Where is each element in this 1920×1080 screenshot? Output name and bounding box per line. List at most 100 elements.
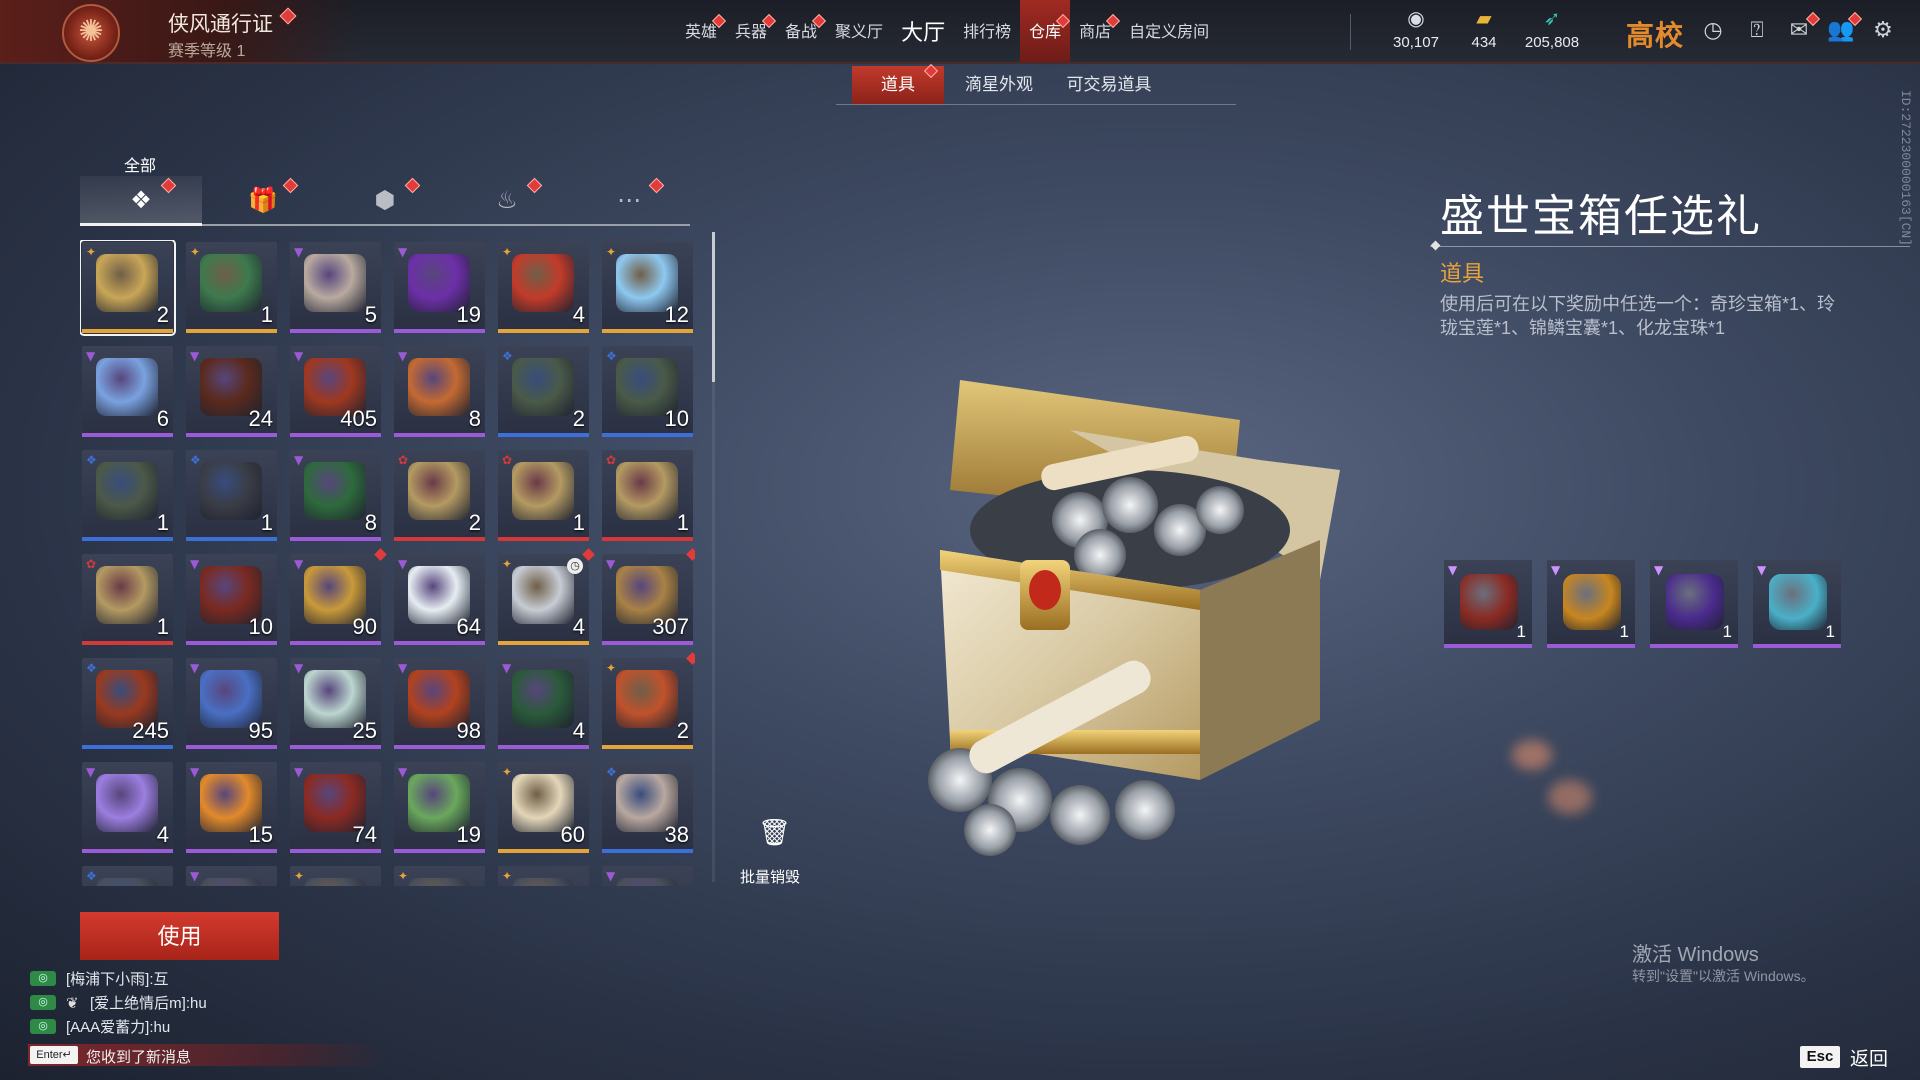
inventory-slot[interactable]: ▼ 25 xyxy=(290,658,381,749)
inventory-slot[interactable]: ✦ 60 xyxy=(498,762,589,853)
inventory-slot[interactable]: ▼ 74 xyxy=(290,762,381,853)
inventory-slot[interactable]: ✦ xyxy=(290,866,381,886)
rarity-icon: ▼ xyxy=(294,349,304,363)
chat-message[interactable]: ◎ [AAA爱蓄力]:hu xyxy=(30,1016,170,1037)
subtab-2[interactable]: 可交易道具 xyxy=(1054,66,1164,104)
enter-key-hint[interactable]: Enter↵ xyxy=(30,1046,78,1064)
reward-quantity: 1 xyxy=(1516,622,1526,641)
item-icon xyxy=(200,462,262,520)
subtab-1[interactable]: 滴星外观 xyxy=(944,66,1054,104)
nav-item-5[interactable]: 排行榜 xyxy=(954,0,1020,62)
back-button[interactable]: 返回 xyxy=(1850,1044,1888,1071)
inventory-slot[interactable]: ▼ xyxy=(602,866,693,886)
inventory-slot[interactable]: ✦ 4 xyxy=(498,242,589,333)
category-tab-0[interactable]: ❖ xyxy=(80,176,202,224)
inventory-slot[interactable]: ▼ 19 xyxy=(394,242,485,333)
nav-item-1[interactable]: 兵器 xyxy=(726,0,777,62)
reward-option[interactable]: ▼ 1 xyxy=(1547,560,1635,648)
reward-option[interactable]: ▼ 1 xyxy=(1650,560,1738,648)
mail-icon[interactable]: ✉ xyxy=(1784,11,1821,46)
reward-option[interactable]: ▼ 1 xyxy=(1444,560,1532,648)
layers-icon: ❖ xyxy=(130,186,152,214)
inventory-slot[interactable]: ❖ 2 xyxy=(498,346,589,437)
inventory-slot[interactable]: ▼ 98 xyxy=(394,658,485,749)
help-icon[interactable]: ⍰ xyxy=(1742,16,1772,46)
inventory-slot[interactable]: ▼ 8 xyxy=(394,346,485,437)
inventory-slot[interactable]: ❖ xyxy=(82,866,173,886)
inventory-slot[interactable]: ✦ 2 xyxy=(80,240,176,336)
inventory-slot[interactable]: ▼ 95 xyxy=(186,658,277,749)
inventory-slot[interactable]: ✿ 2 xyxy=(394,450,485,541)
settings-icon[interactable]: ⚙ xyxy=(1868,16,1898,46)
category-tab-3[interactable]: ♨ xyxy=(446,176,568,224)
inventory-slot[interactable]: ▼ 405 xyxy=(290,346,381,437)
use-button[interactable]: 使用 xyxy=(80,912,279,960)
rarity-icon: ▼ xyxy=(1551,563,1561,577)
batch-destroy-button[interactable]: 批量销毁 xyxy=(740,866,800,887)
inventory-slot[interactable]: ✦ xyxy=(498,866,589,886)
inventory-slot[interactable]: ▼ 8 xyxy=(290,450,381,541)
inventory-slot[interactable]: ▼ 10 xyxy=(186,554,277,645)
rarity-bar xyxy=(82,329,173,333)
inventory-slot[interactable]: ❖ 38 xyxy=(602,762,693,853)
inventory-slot[interactable]: ▼ 90 xyxy=(290,548,387,645)
pass-title[interactable]: 侠风通行证 xyxy=(168,8,273,38)
nav-item-6[interactable]: 仓库 xyxy=(1020,0,1071,62)
rarity-bar xyxy=(82,745,173,749)
chat-notice-bar[interactable] xyxy=(28,1044,388,1066)
inventory-slot[interactable]: ❖ 245 xyxy=(82,658,173,749)
nav-item-2[interactable]: 备战 xyxy=(776,0,827,62)
inventory-slot[interactable]: ▼ 24 xyxy=(186,346,277,437)
inventory-slot[interactable]: ✦ 1 xyxy=(186,242,277,333)
category-tab-2[interactable]: ⬢ xyxy=(324,176,446,224)
inventory-slot[interactable]: ❖ 10 xyxy=(602,346,693,437)
inventory-slot[interactable]: ▼ 64 xyxy=(394,554,485,645)
item-preview-chest xyxy=(928,380,1340,856)
trash-icon[interactable]: 🗑 xyxy=(758,818,791,848)
inventory-slot[interactable]: ▼ 307 xyxy=(602,548,695,645)
inventory-slot[interactable]: ✦ xyxy=(394,866,485,886)
inventory-slot[interactable]: ✿ 1 xyxy=(498,450,589,541)
nav-item-0[interactable]: 英雄 xyxy=(676,0,727,62)
inventory-slot[interactable]: ✦ 4 ◷ xyxy=(498,548,595,645)
inventory-slot[interactable]: ❖ 1 xyxy=(82,450,173,541)
inventory-slot[interactable]: ✦ 12 xyxy=(602,242,693,333)
inventory-slot[interactable]: ▼ 15 xyxy=(186,762,277,853)
item-quantity: 98 xyxy=(456,718,481,743)
inventory-slot[interactable]: ✿ 1 xyxy=(602,450,693,541)
inventory-slot[interactable]: ▼ xyxy=(186,866,277,886)
nav-item-7[interactable]: 商店 xyxy=(1070,0,1121,62)
friends-icon[interactable]: 👥 xyxy=(1826,11,1863,46)
inventory-slot[interactable]: ▼ 4 xyxy=(498,658,589,749)
rarity-icon: ▼ xyxy=(606,557,616,571)
rarity-bar xyxy=(186,537,277,541)
category-tab-4[interactable]: ⋯ xyxy=(568,176,690,224)
nav-item-8[interactable]: 自定义房间 xyxy=(1120,0,1218,62)
esc-key[interactable]: Esc xyxy=(1800,1046,1840,1068)
chat-message[interactable]: ◎ ❦ [爱上绝情后m]:hu xyxy=(30,992,207,1013)
chat-message[interactable]: ◎ [梅浦下小雨]:互 xyxy=(30,968,169,989)
item-red-dot xyxy=(686,548,695,561)
grid-scrollbar[interactable] xyxy=(712,232,715,382)
category-tab-1[interactable]: 🎁 xyxy=(202,176,324,224)
reward-option[interactable]: ▼ 1 xyxy=(1753,560,1841,648)
inventory-slot[interactable]: ❖ 1 xyxy=(186,450,277,541)
nav-item-4[interactable]: 大厅 xyxy=(892,0,954,62)
rarity-bar xyxy=(290,849,381,853)
rarity-bar xyxy=(498,745,589,749)
subtab-0[interactable]: 道具 xyxy=(852,63,944,104)
rarity-bar xyxy=(290,745,381,749)
inventory-slot[interactable]: ▼ 4 xyxy=(82,762,173,853)
item-icon xyxy=(408,358,470,416)
rarity-icon: ✿ xyxy=(502,453,513,467)
item-icon xyxy=(96,774,158,832)
inventory-slot[interactable]: ▼ 19 xyxy=(394,762,485,853)
inventory-slot[interactable]: ✦ 2 xyxy=(602,652,695,749)
inventory-slot[interactable]: ✿ 1 xyxy=(82,554,173,645)
rarity-bar xyxy=(394,745,485,749)
rarity-bar xyxy=(186,433,277,437)
inventory-slot[interactable]: ▼ 5 xyxy=(290,242,381,333)
inventory-slot[interactable]: ▼ 6 xyxy=(82,346,173,437)
nav-item-3[interactable]: 聚义厅 xyxy=(826,0,892,62)
clock-icon[interactable]: ◷ xyxy=(1698,16,1728,46)
